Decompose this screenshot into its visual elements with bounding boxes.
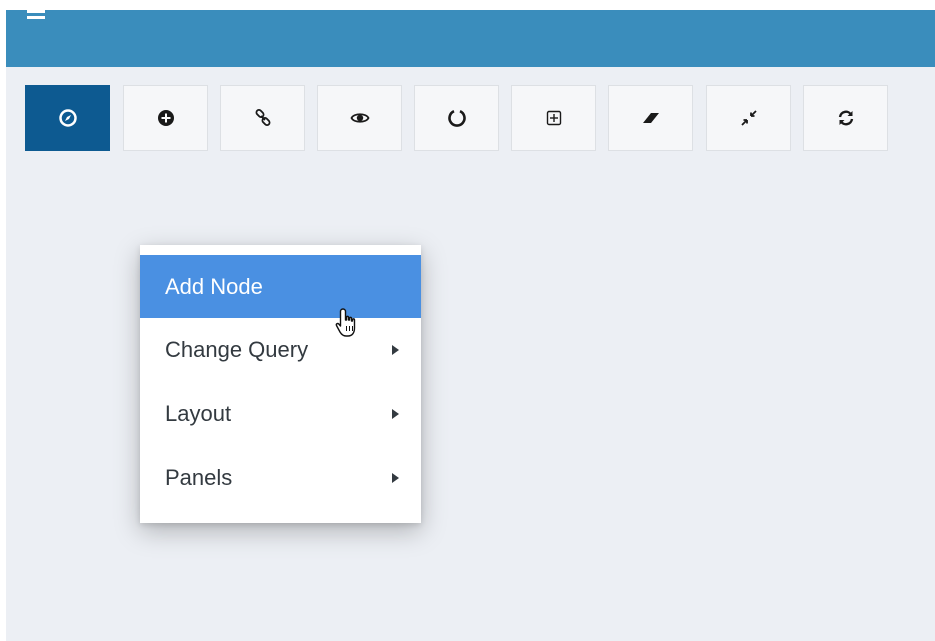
- compass-button[interactable]: [25, 85, 110, 151]
- expand-button[interactable]: [511, 85, 596, 151]
- context-menu: Add Node Change Query Layout Panels: [140, 245, 421, 523]
- submenu-arrow-icon: [392, 344, 399, 355]
- compass-icon: [58, 109, 77, 127]
- plus-circle-icon: [157, 110, 174, 126]
- menu-item-label: Change Query: [165, 336, 309, 362]
- menu-item-panels[interactable]: Panels: [140, 446, 421, 509]
- eye-icon: [349, 113, 370, 123]
- submenu-arrow-icon: [392, 408, 399, 419]
- menu-item-label: Layout: [165, 400, 232, 426]
- app-frame: Add Node Change Query Layout Panels: [6, 10, 935, 641]
- menu-item-label: Add Node: [165, 273, 263, 299]
- link-icon: [255, 109, 270, 126]
- eraser-icon: [642, 113, 659, 123]
- add-button[interactable]: [123, 85, 208, 151]
- top-bar: [6, 10, 935, 67]
- visibility-button[interactable]: [317, 85, 402, 151]
- menu-item-add-node[interactable]: Add Node: [140, 255, 421, 318]
- compress-icon: [740, 110, 757, 126]
- menu-item-change-query[interactable]: Change Query: [140, 318, 421, 381]
- menu-item-layout[interactable]: Layout: [140, 382, 421, 445]
- refresh-icon: [838, 110, 853, 126]
- menu-item-label: Panels: [165, 464, 233, 490]
- hamburger-icon[interactable]: [27, 10, 45, 22]
- circle-icon: [447, 110, 466, 127]
- hand-cursor-icon: [335, 308, 356, 337]
- link-button[interactable]: [220, 85, 305, 151]
- circle-layout-button[interactable]: [414, 85, 499, 151]
- refresh-button[interactable]: [803, 85, 888, 151]
- eraser-button[interactable]: [608, 85, 693, 151]
- plus-square-icon: [546, 110, 561, 126]
- submenu-arrow-icon: [392, 472, 399, 483]
- collapse-button[interactable]: [706, 85, 791, 151]
